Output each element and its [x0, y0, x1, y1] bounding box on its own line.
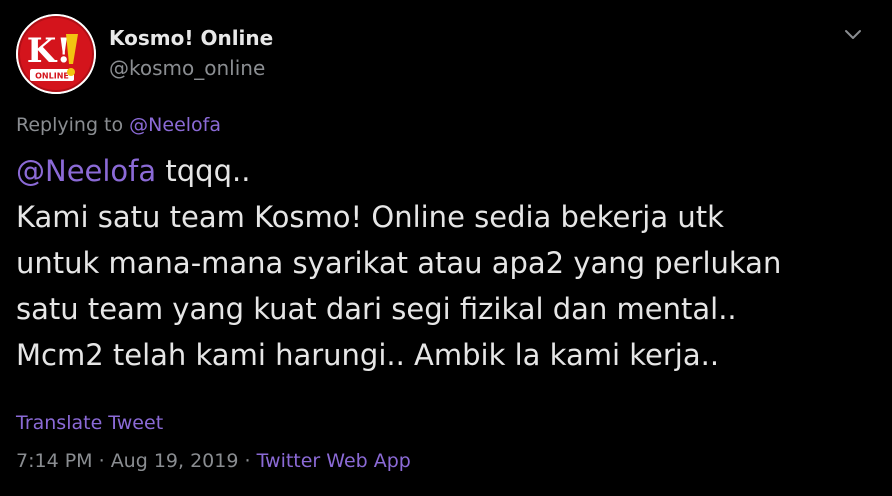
kosmo-logo-icon: K! ONLINE: [16, 14, 96, 94]
tweet-line-text: tqqq..: [156, 154, 251, 188]
avatar[interactable]: K! ONLINE: [16, 14, 96, 94]
tweet-time[interactable]: 7:14 PM: [16, 450, 93, 472]
tweet-meta: 7:14 PM · Aug 19, 2019 · Twitter Web App: [16, 450, 411, 472]
meta-separator: ·: [92, 450, 111, 472]
tweet-line: satu team yang kuat dari segi fizikal da…: [16, 292, 737, 326]
tweet-line: @Neelofa tqqq..: [16, 148, 876, 194]
replying-prefix: Replying to: [16, 114, 124, 136]
tweet: K! ONLINE Kosmo! Online @kosmo_online Re…: [0, 0, 892, 496]
tweet-line: Kami satu team Kosmo! Online sedia beker…: [16, 200, 724, 234]
display-name[interactable]: Kosmo! Online: [109, 26, 273, 50]
tweet-line: Mcm2 telah kami harungi.. Ambik la kami …: [16, 338, 720, 372]
avatar-sublabel: ONLINE: [35, 72, 69, 81]
tweet-text: @Neelofa tqqq.. Kami satu team Kosmo! On…: [16, 148, 876, 378]
chevron-down-icon: [845, 30, 861, 39]
tweet-source-link[interactable]: Twitter Web App: [257, 450, 411, 472]
tweet-mention-link[interactable]: @Neelofa: [16, 154, 156, 188]
meta-separator: ·: [238, 450, 257, 472]
tweet-line: untuk mana-mana syarikat atau apa2 yang …: [16, 246, 782, 280]
tweet-menu-button[interactable]: [838, 22, 868, 48]
replying-mention-link[interactable]: @Neelofa: [129, 114, 221, 136]
user-handle[interactable]: @kosmo_online: [109, 56, 265, 80]
avatar-label: K!: [27, 31, 71, 71]
translate-tweet-link[interactable]: Translate Tweet: [16, 412, 163, 434]
replying-to: Replying to @Neelofa: [16, 114, 221, 136]
tweet-date[interactable]: Aug 19, 2019: [111, 450, 239, 472]
